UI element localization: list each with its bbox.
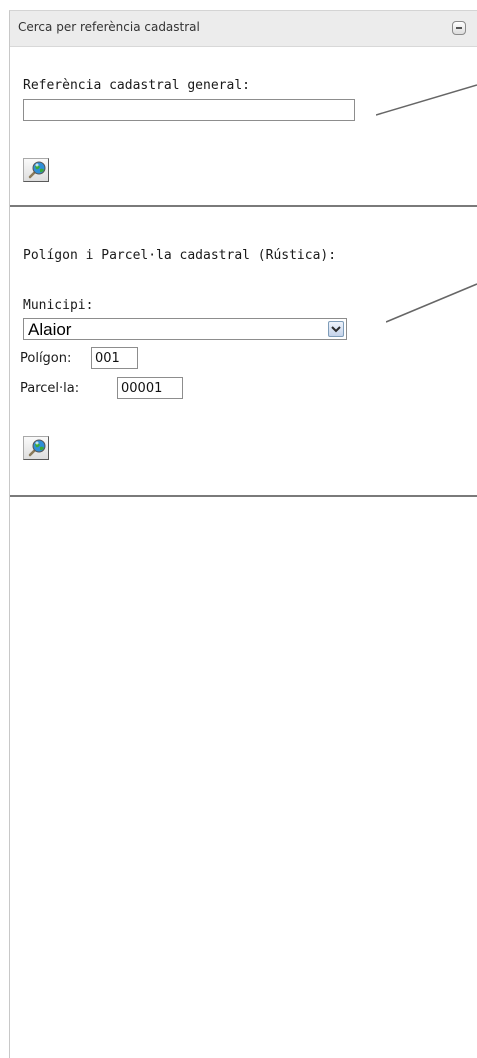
poligon-label: Polígon:: [20, 351, 72, 366]
municipi-selected-value: Alaior: [28, 320, 72, 339]
cadastral-search-panel: Cerca per referència cadastral Referènci…: [9, 10, 477, 1058]
general-search-button[interactable]: [23, 158, 49, 182]
select-dropdown-button[interactable]: [328, 321, 344, 337]
general-reference-label: Referència cadastral general:: [23, 78, 250, 93]
section-divider-2: [10, 495, 477, 497]
rustica-heading: Polígon i Parcel·la cadastral (Rústica):: [23, 248, 337, 263]
minus-icon: [456, 27, 462, 29]
leader-line-rustica: [386, 283, 477, 323]
panel-header: Cerca per referència cadastral: [10, 11, 477, 47]
parcela-label: Parcel·la:: [20, 381, 80, 396]
section-divider-1: [10, 205, 477, 207]
poligon-input[interactable]: [91, 347, 138, 369]
collapse-button[interactable]: [452, 21, 466, 35]
panel-title: Cerca per referència cadastral: [18, 20, 200, 34]
magnifier-globe-icon: [28, 161, 46, 179]
leader-line-general: [376, 84, 477, 116]
municipi-label: Municipi:: [23, 298, 94, 313]
general-reference-input[interactable]: [23, 99, 355, 121]
parcela-input[interactable]: [117, 377, 183, 399]
chevron-down-icon: [331, 326, 341, 333]
magnifier-globe-icon: [28, 439, 46, 457]
rustica-search-button[interactable]: [23, 436, 49, 460]
municipi-select[interactable]: Alaior: [23, 318, 347, 340]
